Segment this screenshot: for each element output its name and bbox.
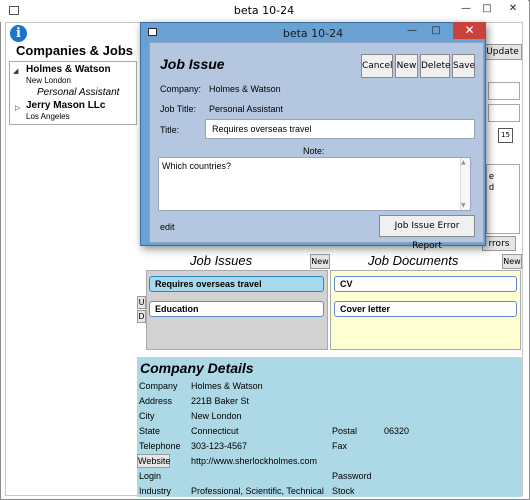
delete-button[interactable]: Delete <box>420 54 451 78</box>
city-value: New London <box>191 411 242 421</box>
list-item[interactable]: Cover letter <box>334 301 517 317</box>
company-label: Company <box>139 381 178 391</box>
postal-value: 06320 <box>384 426 410 436</box>
dialog-close-icon[interactable]: ✕ <box>453 22 486 39</box>
login-label: Login <box>139 471 162 481</box>
mode-label: edit <box>160 222 175 232</box>
company-label: Company: <box>160 84 202 94</box>
password-label: Password <box>332 471 372 481</box>
job-issues-heading: Job Issues <box>190 253 253 268</box>
new-job-issue-button[interactable]: New <box>310 254 330 269</box>
expand-icon[interactable]: ◢ <box>13 67 18 75</box>
company-value: Holmes & Watson <box>209 84 281 94</box>
job-title-label: Job Title: <box>160 104 197 114</box>
note-label: Note: <box>303 146 325 156</box>
company-name[interactable]: Jerry Mason LLc <box>26 100 105 111</box>
website-button[interactable]: Website <box>137 454 170 468</box>
city-label: City <box>139 411 155 421</box>
note-textarea[interactable]: Which countries? <box>158 157 471 211</box>
job-item[interactable]: Personal Assistant <box>37 87 119 98</box>
companies-heading: Companies & Jobs <box>16 43 134 58</box>
industry-value: Professional, Scientific, Technical <box>191 486 324 496</box>
dialog-maximize-icon[interactable]: □ <box>428 24 444 38</box>
scroll-up-icon[interactable]: ▲ <box>461 159 466 166</box>
address-label: Address <box>139 396 173 406</box>
title-input-value: Requires overseas travel <box>212 124 312 134</box>
title-input[interactable]: Requires overseas travel <box>205 119 475 139</box>
postal-label: Postal <box>332 426 358 436</box>
close-icon[interactable]: ✕ <box>505 2 521 16</box>
new-job-document-button[interactable]: New <box>502 254 522 269</box>
dialog-heading: Job Issue <box>160 56 225 72</box>
telephone-label: Telephone <box>139 441 181 451</box>
address-value: 221B Baker St <box>191 396 250 406</box>
note-textarea-value: Which countries? <box>162 161 232 171</box>
fax-label: Fax <box>332 441 348 451</box>
minimize-icon[interactable]: — <box>458 2 474 16</box>
info-icon[interactable]: i <box>10 25 27 42</box>
job-title-value: Personal Assistant <box>209 104 284 114</box>
partial-text: d <box>489 182 495 192</box>
telephone-value: 303-123-4567 <box>191 441 248 451</box>
company-value: Holmes & Watson <box>191 381 263 391</box>
right-field[interactable] <box>488 104 520 122</box>
move-down-button[interactable]: D <box>137 310 146 323</box>
job-issue-error-report-button[interactable]: Job Issue Error Report <box>379 215 475 251</box>
maximize-icon[interactable]: □ <box>479 2 495 16</box>
save-button[interactable]: Save <box>452 54 475 78</box>
website-value[interactable]: http://www.sherlockholmes.com <box>191 456 317 466</box>
move-up-button[interactable]: U <box>137 296 146 309</box>
dialog-minimize-icon[interactable]: — <box>404 24 420 38</box>
company-city: New London <box>26 76 71 85</box>
company-name[interactable]: Holmes & Watson <box>26 64 111 75</box>
new-button[interactable]: New <box>395 54 418 78</box>
company-details-title: Company Details <box>140 360 254 376</box>
company-city: Los Angeles <box>26 112 70 121</box>
update-button[interactable]: /Update <box>480 44 522 60</box>
state-value: Connecticut <box>191 426 239 436</box>
title-label: Title: <box>160 125 180 135</box>
cancel-button[interactable]: Cancel <box>361 54 393 78</box>
partial-text: e <box>489 171 495 181</box>
window-title: beta 10-24 <box>233 4 295 17</box>
errors-button[interactable]: rrors <box>482 236 516 251</box>
scroll-down-icon[interactable]: ▼ <box>461 202 466 209</box>
calendar-icon[interactable]: 15 <box>498 128 513 143</box>
industry-label: Industry <box>139 486 172 496</box>
list-item[interactable]: CV <box>334 276 517 292</box>
list-item[interactable]: Education <box>149 301 324 317</box>
list-item[interactable]: Requires overseas travel <box>149 276 324 292</box>
state-label: State <box>139 426 161 436</box>
collapse-icon[interactable]: ▷ <box>15 104 20 112</box>
calendar-day: 15 <box>501 131 510 139</box>
right-field[interactable] <box>488 82 520 100</box>
stock-label: Stock <box>332 486 355 496</box>
